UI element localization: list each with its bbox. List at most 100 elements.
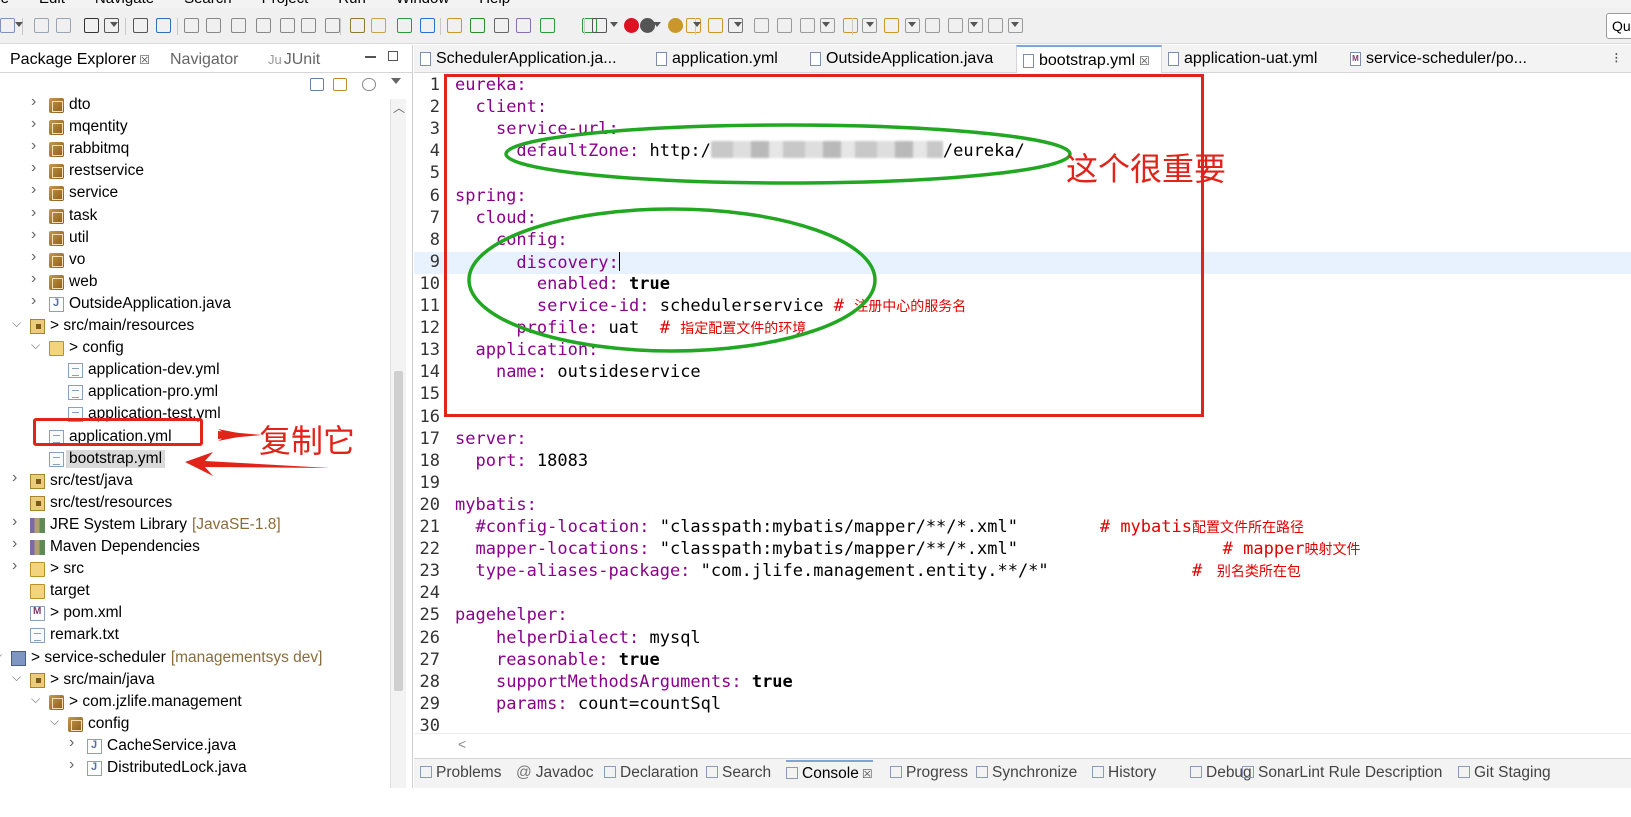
chevron-down-icon[interactable] — [693, 22, 701, 27]
build-icon[interactable] — [447, 18, 462, 33]
task-icon[interactable] — [884, 18, 899, 33]
tab-junit[interactable]: Ju JUnit — [268, 51, 320, 69]
tree-item[interactable]: › service — [0, 181, 395, 205]
menu-item[interactable]: ile — [0, 0, 9, 7]
close-icon[interactable]: ☒ — [862, 767, 873, 781]
resume-icon[interactable] — [206, 18, 221, 33]
close-icon[interactable]: ☒ — [1139, 54, 1150, 68]
tree-item[interactable]: > pom.xml — [0, 603, 395, 625]
collapsed-chevron-icon[interactable]: › — [31, 181, 36, 199]
close-icon[interactable]: ☒ — [139, 53, 150, 67]
scrollbar-thumb[interactable] — [394, 371, 403, 691]
tree-item[interactable]: ⌵ > src/main/java — [0, 670, 395, 692]
chevron-down-icon[interactable] — [822, 22, 830, 27]
tree-item[interactable]: › Maven Dependencies — [0, 535, 395, 559]
collapsed-chevron-icon[interactable]: › — [12, 469, 17, 487]
format-icon[interactable] — [350, 18, 365, 33]
tree-item[interactable]: ⌵ config — [0, 714, 395, 736]
editor-tab[interactable]: application.yml — [650, 45, 804, 73]
chevron-down-icon[interactable] — [734, 22, 742, 27]
bottom-tab-git-staging[interactable]: Git Staging — [1458, 764, 1551, 782]
more-tabs-icon[interactable]: ⁝ — [1614, 49, 1619, 67]
step-into-icon[interactable] — [280, 18, 295, 33]
search-icon[interactable] — [708, 18, 723, 33]
tree-item[interactable]: application-pro.yml — [0, 382, 395, 404]
save-all-icon[interactable] — [56, 18, 71, 33]
bottom-tab-search[interactable]: Search — [706, 764, 771, 782]
terminal-icon[interactable] — [133, 18, 148, 33]
tree-item[interactable]: › DistributedLock.java — [0, 756, 395, 780]
editor-tab[interactable]: application-uat.yml — [1162, 45, 1344, 73]
tab-navigator[interactable]: Navigator — [170, 51, 238, 69]
open-task-icon[interactable] — [668, 18, 683, 33]
menu-item[interactable]: Run — [338, 0, 366, 7]
link2-icon[interactable] — [948, 18, 963, 33]
tree-item[interactable]: › util — [0, 226, 395, 250]
tree-item[interactable]: ⌵ > src/main/resources — [0, 316, 395, 338]
save-icon[interactable] — [34, 18, 49, 33]
nav-icon[interactable] — [988, 18, 1003, 33]
expanded-chevron-icon[interactable]: ⌵ — [12, 670, 21, 685]
tree-item[interactable]: › JRE System Library [JavaSE-1.8] — [0, 513, 395, 537]
tree-item[interactable]: › web — [0, 270, 395, 294]
collapsed-chevron-icon[interactable]: › — [12, 535, 17, 553]
menu-item[interactable]: Window — [396, 0, 449, 7]
run-green-icon[interactable] — [540, 18, 555, 33]
maximize-icon[interactable] — [388, 51, 398, 61]
tree-item[interactable]: ⌵ > service-scheduler[managementsys dev] — [0, 648, 395, 670]
collapsed-chevron-icon[interactable]: › — [31, 93, 36, 111]
editor-tab[interactable]: Mservice-scheduler/po... — [1344, 45, 1564, 73]
tree-item[interactable]: › OutsideApplication.java — [0, 292, 395, 316]
tree-item[interactable]: application-dev.yml — [0, 360, 395, 382]
chevron-down-icon[interactable] — [610, 22, 618, 27]
refactor-icon[interactable] — [371, 18, 386, 33]
tree-item[interactable]: ⌵ > config — [0, 338, 395, 360]
collapsed-chevron-icon[interactable]: › — [69, 734, 74, 752]
bottom-tab-problems[interactable]: Problems — [420, 764, 501, 782]
last-edit-icon[interactable] — [777, 18, 792, 33]
tree-item[interactable]: › mqentity — [0, 115, 395, 139]
skip-breakpoints-icon[interactable] — [184, 18, 199, 33]
tree-item[interactable]: › > src — [0, 557, 395, 581]
expanded-chevron-icon[interactable]: ⌵ — [31, 692, 40, 707]
menu-item[interactable]: Help — [479, 0, 510, 7]
collapsed-chevron-icon[interactable]: › — [69, 756, 74, 774]
new-icon[interactable] — [0, 18, 15, 33]
collapsed-chevron-icon[interactable]: › — [31, 248, 36, 266]
menu-item[interactable]: Search — [184, 0, 232, 7]
analyze-icon[interactable] — [420, 18, 435, 33]
chevron-down-icon[interactable] — [970, 22, 978, 27]
tree-item[interactable]: › restservice — [0, 159, 395, 183]
open-type-icon[interactable] — [516, 18, 531, 33]
bottom-tab-synchronize[interactable]: Synchronize — [976, 764, 1077, 782]
minimize-icon[interactable] — [365, 56, 376, 58]
back-icon[interactable] — [800, 18, 815, 33]
history-icon[interactable] — [925, 18, 940, 33]
expanded-chevron-icon[interactable]: ⌵ — [0, 648, 2, 663]
tree-item[interactable]: remark.txt — [0, 625, 395, 647]
tree-item[interactable]: ⌵ > com.jzlife.management — [0, 692, 395, 714]
tree-item[interactable]: › CacheService.java — [0, 734, 395, 758]
bottom-tab-history[interactable]: History — [1092, 764, 1156, 782]
collapsed-chevron-icon[interactable]: › — [31, 226, 36, 244]
tree-item[interactable]: › rabbitmq — [0, 137, 395, 161]
tree-item[interactable]: src/test/resources — [0, 493, 395, 515]
tree-item[interactable]: target — [0, 581, 395, 603]
collapsed-chevron-icon[interactable]: › — [31, 115, 36, 133]
terminate-icon[interactable] — [256, 18, 271, 33]
tree-item[interactable]: › dto — [0, 93, 395, 117]
suspend-icon[interactable] — [231, 18, 246, 33]
editor-tab[interactable]: SchedulerApplication.ja... — [414, 45, 650, 73]
expanded-chevron-icon[interactable]: ⌵ — [31, 338, 40, 353]
run-icon[interactable] — [397, 18, 412, 33]
chevron-down-icon[interactable] — [1011, 22, 1019, 27]
link-icon[interactable] — [156, 18, 171, 33]
vertical-scrollbar[interactable]: ︿ — [390, 99, 406, 817]
collapse-all-icon[interactable] — [310, 78, 324, 91]
chevron-down-icon[interactable] — [110, 22, 118, 27]
bottom-tab-console[interactable]: Console ☒ — [786, 760, 873, 783]
step-return-icon[interactable] — [325, 18, 340, 33]
menu-item[interactable]: Project — [262, 0, 309, 7]
focus-icon[interactable] — [362, 78, 376, 91]
bottom-tab-sonarlint-rule-description[interactable]: SonarLint Rule Description — [1242, 764, 1442, 782]
